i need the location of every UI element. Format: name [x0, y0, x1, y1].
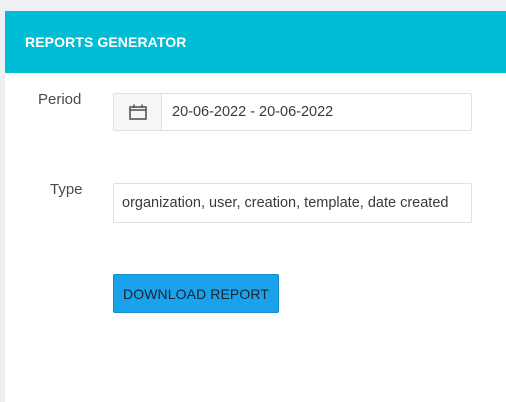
calendar-icon[interactable]	[114, 94, 162, 130]
period-date-range-input[interactable]	[162, 94, 471, 130]
download-report-button[interactable]: DOWNLOAD REPORT	[113, 274, 279, 313]
type-input[interactable]	[114, 184, 471, 222]
type-label: Type	[50, 181, 83, 198]
period-label: Period	[38, 91, 82, 108]
type-field	[113, 183, 472, 223]
panel-title: REPORTS GENERATOR	[25, 34, 187, 50]
period-date-range-group	[113, 93, 472, 131]
panel-header: REPORTS GENERATOR	[5, 11, 506, 73]
reports-panel: REPORTS GENERATOR Period Type DOWNLOAD R…	[5, 11, 506, 402]
